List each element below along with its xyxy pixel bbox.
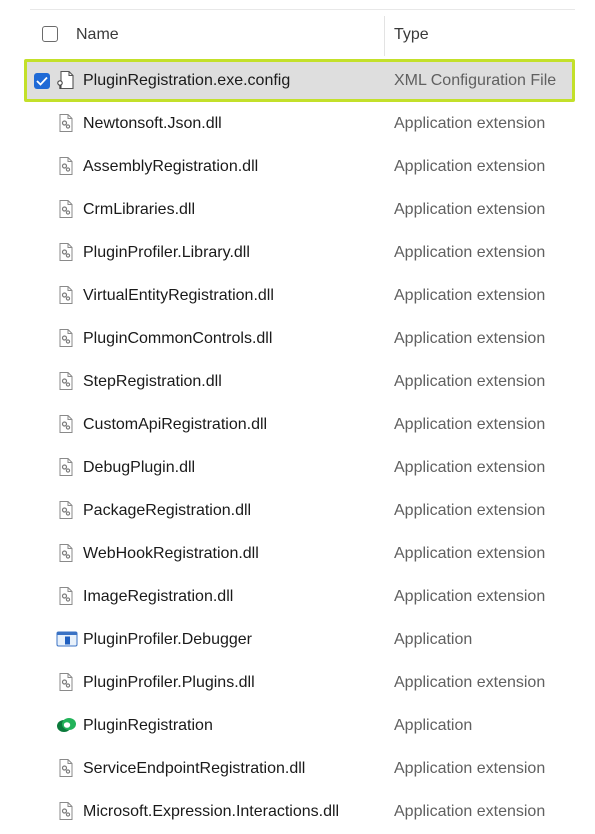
file-type: Application extension bbox=[394, 588, 546, 605]
top-divider bbox=[30, 9, 575, 10]
file-row[interactable]: ServiceEndpointRegistration.dll Applicati… bbox=[0, 747, 595, 790]
file-type: Application extension bbox=[394, 244, 546, 261]
file-row[interactable]: DebugPlugin.dll Application extension bbox=[0, 446, 595, 489]
file-type: Application extension bbox=[394, 330, 546, 347]
file-row[interactable]: CrmLibraries.dll Application extension bbox=[0, 188, 595, 231]
file-type: Application extension bbox=[394, 674, 546, 691]
dll-file-icon bbox=[56, 543, 76, 563]
column-header-name[interactable]: Name bbox=[76, 26, 119, 44]
app-window-icon bbox=[56, 629, 78, 649]
dll-file-icon bbox=[56, 371, 76, 391]
file-name[interactable]: StepRegistration.dll bbox=[83, 373, 222, 391]
column-header-type[interactable]: Type bbox=[394, 26, 429, 44]
dll-file-icon bbox=[56, 285, 76, 305]
select-all-checkbox[interactable] bbox=[42, 26, 58, 42]
file-row[interactable]: Newtonsoft.Json.dll Application extension bbox=[0, 102, 595, 145]
file-row[interactable]: StepRegistration.dll Application extensio… bbox=[0, 360, 595, 403]
dll-file-icon bbox=[56, 801, 76, 821]
dll-file-icon bbox=[56, 500, 76, 520]
dll-file-icon bbox=[56, 457, 76, 477]
file-name[interactable]: ServiceEndpointRegistration.dll bbox=[83, 760, 305, 778]
file-name[interactable]: DebugPlugin.dll bbox=[83, 459, 195, 477]
file-type: XML Configuration File bbox=[394, 72, 557, 89]
file-type: Application extension bbox=[394, 287, 546, 304]
file-name[interactable]: CrmLibraries.dll bbox=[83, 201, 195, 219]
dll-file-icon bbox=[56, 328, 76, 348]
file-row[interactable]: PluginRegistration.exe.config XML Configu… bbox=[0, 59, 595, 102]
file-type: Application extension bbox=[394, 502, 546, 519]
file-type: Application extension bbox=[394, 373, 546, 390]
file-name[interactable]: PluginProfiler.Library.dll bbox=[83, 244, 250, 262]
file-type: Application extension bbox=[394, 803, 546, 820]
file-type: Application extension bbox=[394, 158, 546, 175]
file-name[interactable]: AssemblyRegistration.dll bbox=[83, 158, 258, 176]
file-name[interactable]: WebHookRegistration.dll bbox=[83, 545, 259, 563]
file-name[interactable]: Newtonsoft.Json.dll bbox=[83, 115, 222, 133]
dll-file-icon bbox=[56, 758, 76, 778]
column-header: Name Type bbox=[0, 14, 595, 56]
file-type: Application extension bbox=[394, 115, 546, 132]
file-row[interactable]: AssemblyRegistration.dll Application exte… bbox=[0, 145, 595, 188]
file-type: Application extension bbox=[394, 760, 546, 777]
row-checkbox-checked[interactable] bbox=[34, 73, 50, 89]
dll-file-icon bbox=[56, 242, 76, 262]
file-name[interactable]: VirtualEntityRegistration.dll bbox=[83, 287, 274, 305]
dataverse-logo-icon bbox=[56, 715, 76, 735]
file-name[interactable]: ImageRegistration.dll bbox=[83, 588, 233, 606]
file-type: Application extension bbox=[394, 201, 546, 218]
file-name[interactable]: PluginRegistration.exe.config bbox=[83, 72, 290, 90]
file-type: Application extension bbox=[394, 416, 546, 433]
file-name[interactable]: Microsoft.Expression.Interactions.dll bbox=[83, 803, 339, 821]
file-name[interactable]: PluginRegistration bbox=[83, 717, 213, 735]
file-row[interactable]: VirtualEntityRegistration.dll Application… bbox=[0, 274, 595, 317]
file-type: Application bbox=[394, 717, 473, 734]
file-name[interactable]: CustomApiRegistration.dll bbox=[83, 416, 267, 434]
dll-file-icon bbox=[56, 414, 76, 434]
file-row[interactable]: WebHookRegistration.dll Application exten… bbox=[0, 532, 595, 575]
file-name[interactable]: PackageRegistration.dll bbox=[83, 502, 251, 520]
file-row[interactable]: PluginProfiler.Library.dll Application ex… bbox=[0, 231, 595, 274]
file-name[interactable]: PluginCommonControls.dll bbox=[83, 330, 272, 348]
file-type: Application bbox=[394, 631, 473, 648]
dll-file-icon bbox=[56, 113, 76, 133]
file-name[interactable]: PluginProfiler.Debugger bbox=[83, 631, 252, 649]
file-row[interactable]: PluginProfiler.Plugins.dll Application ex… bbox=[0, 661, 595, 704]
file-row[interactable]: PluginCommonControls.dll Application exte… bbox=[0, 317, 595, 360]
dll-file-icon bbox=[56, 672, 76, 692]
file-name[interactable]: PluginProfiler.Plugins.dll bbox=[83, 674, 255, 692]
file-type: Application extension bbox=[394, 459, 546, 476]
config-file-icon bbox=[56, 70, 76, 90]
file-row[interactable]: CustomApiRegistration.dll Application ext… bbox=[0, 403, 595, 446]
file-row[interactable]: Microsoft.Expression.Interactions.dll App… bbox=[0, 790, 595, 833]
file-type: Application extension bbox=[394, 545, 546, 562]
dll-file-icon bbox=[56, 156, 76, 176]
file-row[interactable]: PackageRegistration.dll Application exten… bbox=[0, 489, 595, 532]
file-row[interactable]: ImageRegistration.dll Application extensi… bbox=[0, 575, 595, 618]
column-divider[interactable] bbox=[384, 16, 385, 56]
file-list: PluginRegistration.exe.config XML Configu… bbox=[0, 59, 595, 833]
dll-file-icon bbox=[56, 586, 76, 606]
file-row[interactable]: PluginRegistration Application bbox=[0, 704, 595, 747]
file-row[interactable]: PluginProfiler.Debugger Application bbox=[0, 618, 595, 661]
dll-file-icon bbox=[56, 199, 76, 219]
